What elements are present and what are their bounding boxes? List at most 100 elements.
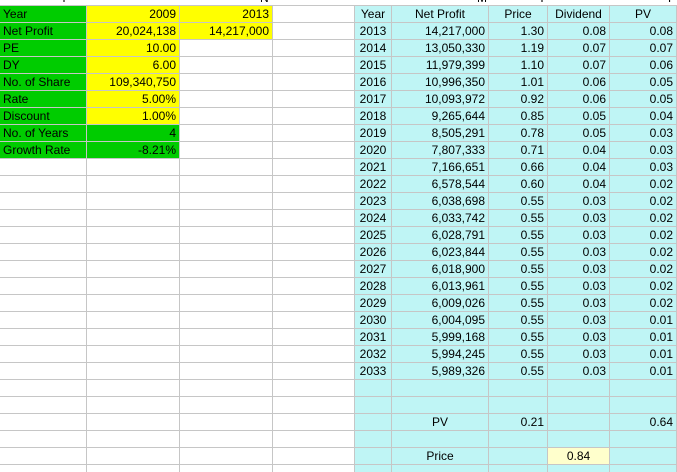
projection-value[interactable]: 13,050,330 — [392, 40, 489, 57]
projection-value[interactable]: 0.03 — [610, 142, 677, 159]
projection-value[interactable]: 0.55 — [489, 261, 548, 278]
projection-year[interactable]: 2015 — [355, 57, 392, 74]
empty-cell[interactable] — [87, 210, 180, 227]
empty-cell[interactable] — [87, 278, 180, 295]
projection-value[interactable]: 0.05 — [548, 125, 610, 142]
empty-cell[interactable] — [273, 448, 355, 465]
empty-cell[interactable] — [0, 346, 87, 363]
empty-cell[interactable] — [180, 261, 273, 278]
empty-cell[interactable] — [180, 380, 273, 397]
projection-value[interactable]: 7,807,333 — [392, 142, 489, 159]
projection-value[interactable]: 0.06 — [548, 74, 610, 91]
empty-cell[interactable] — [0, 244, 87, 261]
empty-cell[interactable] — [87, 193, 180, 210]
empty-cell[interactable] — [180, 397, 273, 414]
empty-cell[interactable] — [87, 346, 180, 363]
input-label[interactable]: DY — [0, 57, 87, 74]
projection-value[interactable]: 0.07 — [548, 40, 610, 57]
input-label[interactable]: PE — [0, 40, 87, 57]
empty-cell[interactable] — [273, 125, 355, 142]
empty-cell[interactable] — [87, 329, 180, 346]
projection-value[interactable]: 0.03 — [548, 329, 610, 346]
empty-cell[interactable] — [87, 363, 180, 380]
input-value-2009[interactable]: 109,340,750 — [87, 74, 180, 91]
projection-value[interactable]: 0.01 — [610, 312, 677, 329]
projection-value[interactable]: 9,265,644 — [392, 108, 489, 125]
projection-cell[interactable] — [392, 431, 489, 448]
projection-year[interactable]: 2013 — [355, 23, 392, 40]
empty-cell[interactable] — [180, 176, 273, 193]
projection-header[interactable]: Dividend — [548, 6, 610, 23]
empty-cell[interactable] — [87, 465, 180, 472]
projection-value[interactable]: 11,979,399 — [392, 57, 489, 74]
projection-value[interactable]: 0.55 — [489, 363, 548, 380]
projection-value[interactable]: 0.03 — [548, 346, 610, 363]
projection-year[interactable]: 2028 — [355, 278, 392, 295]
empty-cell[interactable] — [0, 431, 87, 448]
empty-cell[interactable] — [0, 397, 87, 414]
empty-cell[interactable] — [0, 312, 87, 329]
empty-cell[interactable] — [87, 227, 180, 244]
projection-value[interactable]: 0.03 — [548, 312, 610, 329]
empty-cell[interactable] — [273, 193, 355, 210]
projection-year[interactable]: 2030 — [355, 312, 392, 329]
projection-value[interactable]: 6,018,900 — [392, 261, 489, 278]
projection-value[interactable]: 0.03 — [548, 363, 610, 380]
projection-year[interactable]: 2014 — [355, 40, 392, 57]
projection-value[interactable]: 0.55 — [489, 193, 548, 210]
projection-cell[interactable] — [355, 380, 392, 397]
projection-cell[interactable] — [610, 380, 677, 397]
empty-cell[interactable] — [180, 295, 273, 312]
projection-value[interactable]: 1.01 — [489, 74, 548, 91]
empty-cell[interactable] — [0, 414, 87, 431]
empty-cell[interactable] — [180, 210, 273, 227]
projection-value[interactable]: 0.02 — [610, 278, 677, 295]
projection-cell[interactable] — [548, 431, 610, 448]
pv-price[interactable]: 0.21 — [489, 414, 548, 431]
empty-cell[interactable] — [180, 465, 273, 472]
projection-year[interactable]: 2020 — [355, 142, 392, 159]
input-value-2013[interactable]: 14,217,000 — [180, 23, 273, 40]
projection-value[interactable]: 0.03 — [610, 125, 677, 142]
projection-value[interactable]: 0.71 — [489, 142, 548, 159]
price-label[interactable]: Price — [392, 448, 489, 465]
empty-cell[interactable] — [87, 431, 180, 448]
projection-value[interactable]: 0.02 — [610, 193, 677, 210]
projection-year[interactable]: 2029 — [355, 295, 392, 312]
projection-year[interactable]: 2027 — [355, 261, 392, 278]
empty-cell[interactable] — [273, 244, 355, 261]
projection-value[interactable]: 0.01 — [610, 363, 677, 380]
projection-year[interactable]: 2026 — [355, 244, 392, 261]
projection-value[interactable]: 6,578,544 — [392, 176, 489, 193]
projection-value[interactable]: 0.05 — [548, 108, 610, 125]
projection-value[interactable]: 0.02 — [610, 227, 677, 244]
empty-cell[interactable] — [87, 312, 180, 329]
projection-value[interactable]: 6,004,095 — [392, 312, 489, 329]
empty-cell[interactable] — [273, 465, 355, 472]
empty-cell[interactable] — [87, 176, 180, 193]
empty-cell[interactable] — [180, 108, 273, 125]
empty-cell[interactable] — [273, 227, 355, 244]
input-header-2013[interactable]: 2013 — [180, 6, 273, 23]
empty-cell[interactable] — [180, 244, 273, 261]
empty-cell[interactable] — [273, 108, 355, 125]
empty-cell[interactable] — [87, 159, 180, 176]
empty-cell[interactable] — [180, 431, 273, 448]
projection-value[interactable]: 7,166,651 — [392, 159, 489, 176]
projection-value[interactable]: 1.10 — [489, 57, 548, 74]
projection-value[interactable]: 0.55 — [489, 329, 548, 346]
projection-value[interactable]: 0.60 — [489, 176, 548, 193]
empty-cell[interactable] — [273, 159, 355, 176]
projection-cell[interactable] — [489, 431, 548, 448]
input-label[interactable]: No. of Years — [0, 125, 87, 142]
projection-value[interactable]: 14,217,000 — [392, 23, 489, 40]
projection-header[interactable]: Price — [489, 6, 548, 23]
empty-cell[interactable] — [273, 414, 355, 431]
input-value-2009[interactable]: 6.00 — [87, 57, 180, 74]
projection-value[interactable]: 5,989,326 — [392, 363, 489, 380]
empty-cell[interactable] — [180, 91, 273, 108]
projection-cell[interactable] — [355, 448, 392, 465]
projection-value[interactable]: 0.04 — [548, 159, 610, 176]
projection-year[interactable]: 2017 — [355, 91, 392, 108]
empty-cell[interactable] — [180, 346, 273, 363]
